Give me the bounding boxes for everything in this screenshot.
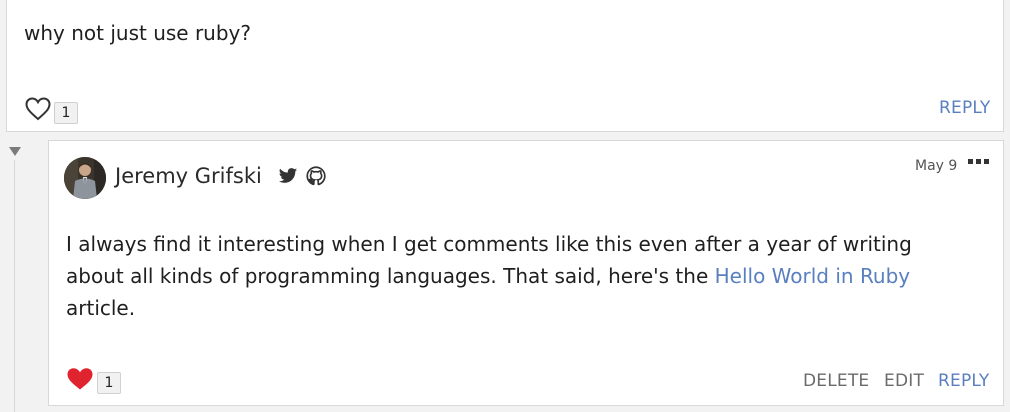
child-comment-body: I always find it interesting when I get … — [66, 228, 966, 324]
more-dot — [976, 159, 981, 164]
collapse-triangle-icon[interactable] — [9, 147, 21, 156]
parent-like-button[interactable]: 1 — [25, 94, 78, 124]
child-like-count: 1 — [97, 372, 121, 394]
child-comment: Jeremy Grifski May 9 I always find it in… — [48, 140, 1004, 406]
avatar-image — [64, 157, 106, 199]
comment-date: May 9 — [915, 158, 958, 174]
parent-reply-button[interactable]: REPLY — [939, 97, 990, 119]
twitter-icon[interactable] — [278, 166, 298, 186]
hello-world-ruby-link[interactable]: Hello World in Ruby — [715, 264, 911, 288]
more-dot — [984, 159, 989, 164]
edit-button[interactable]: EDIT — [884, 370, 924, 392]
body-text-end: article. — [66, 296, 136, 320]
github-icon[interactable] — [306, 166, 326, 186]
delete-button[interactable]: DELETE — [803, 370, 869, 392]
more-options-icon[interactable] — [968, 159, 989, 164]
heart-outline-icon — [25, 97, 51, 121]
thread-line — [14, 160, 15, 412]
heart-filled-icon — [67, 368, 93, 390]
avatar[interactable] — [64, 157, 106, 199]
parent-like-count: 1 — [54, 102, 78, 124]
parent-comment-body: why not just use ruby? — [24, 21, 251, 45]
more-dot — [968, 159, 973, 164]
child-like-button[interactable]: 1 — [66, 364, 121, 394]
child-reply-button[interactable]: REPLY — [938, 370, 989, 392]
author-name[interactable]: Jeremy Grifski — [115, 162, 262, 190]
parent-comment: why not just use ruby? 1 REPLY — [6, 0, 1004, 132]
